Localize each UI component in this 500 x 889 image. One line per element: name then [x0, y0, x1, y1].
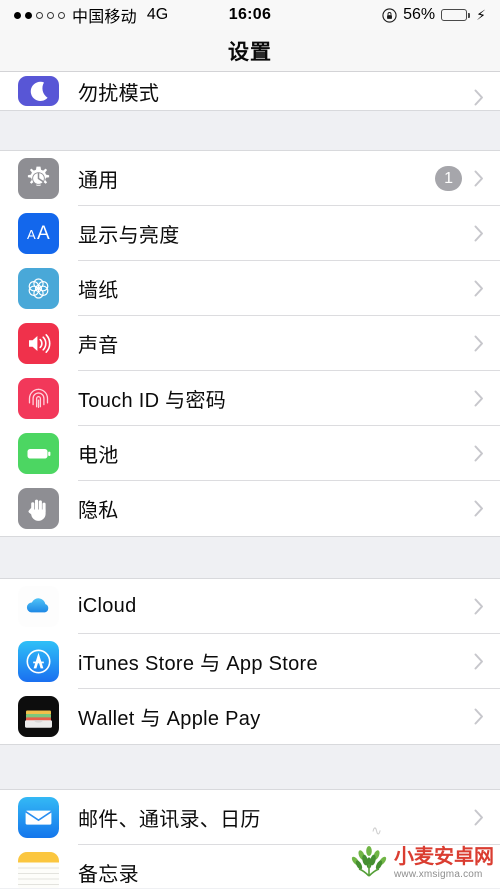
settings-row-label: 声音 — [78, 335, 119, 357]
settings-row-label: 通用 — [78, 170, 119, 192]
settings-row-accessory — [474, 280, 500, 297]
status-bar-right: 56% ⚡ — [382, 6, 486, 24]
settings-row-accessory — [474, 225, 500, 242]
signal-dot — [58, 11, 65, 19]
settings-row-accessory — [474, 598, 500, 615]
signal-dot — [25, 11, 32, 19]
group-do-not-disturb: 勿扰模式 — [0, 72, 500, 110]
battery-percent-label: 56% — [403, 6, 436, 23]
badge-count: 1 — [435, 166, 462, 191]
wallpaper-icon — [18, 268, 59, 309]
chevron-right-icon — [474, 653, 484, 670]
display-brightness-icon: A A — [18, 213, 59, 254]
settings-row-label: 邮件、通讯录、日历 — [78, 809, 261, 831]
chevron-right-icon — [474, 390, 484, 407]
app-store-icon — [18, 641, 59, 682]
charging-bolt-icon: ⚡ — [476, 7, 486, 23]
settings-row-label: 墙纸 — [78, 280, 119, 302]
privacy-hand-icon — [18, 488, 59, 529]
settings-row-accessory — [474, 809, 500, 826]
notes-icon — [18, 852, 59, 888]
settings-row-itunes-app-store[interactable]: iTunes Store 与 App Store — [0, 634, 500, 689]
settings-row-label: 勿扰模式 — [78, 83, 160, 105]
group-gap — [0, 744, 500, 790]
watermark-tilde: ∿ — [371, 823, 382, 838]
settings-row-battery[interactable]: 电池 — [0, 426, 500, 481]
settings-row-label: 电池 — [78, 445, 119, 467]
settings-row-general[interactable]: 通用 1 — [0, 151, 500, 206]
settings-row-wallet-apple-pay[interactable]: Wallet 与 Apple Pay — [0, 689, 500, 744]
settings-list[interactable]: 勿扰模式 通用 1 A A 显示与亮度 墙纸 声音 Touch ID 与密码 电… — [0, 72, 500, 888]
settings-row-label: 显示与亮度 — [78, 225, 180, 247]
chevron-right-icon — [474, 89, 484, 106]
settings-row-sounds[interactable]: 声音 — [0, 316, 500, 371]
carrier-label: 中国移动 — [72, 9, 137, 26]
chevron-right-icon — [474, 335, 484, 352]
chevron-right-icon — [474, 500, 484, 517]
settings-row-display-brightness[interactable]: A A 显示与亮度 — [0, 206, 500, 261]
chevron-right-icon — [474, 708, 484, 725]
chevron-right-icon — [474, 809, 484, 826]
chevron-right-icon — [474, 598, 484, 615]
settings-row-mail-contacts-calendars[interactable]: 邮件、通讯录、日历 — [0, 790, 500, 845]
navigation-bar: 设置 — [0, 30, 500, 72]
settings-row-label: iTunes Store 与 App Store — [78, 653, 318, 675]
status-bar: 中国移动 4G 16:06 56% ⚡ — [0, 0, 500, 30]
svg-text:A: A — [27, 227, 36, 242]
settings-row-privacy[interactable]: 隐私 — [0, 481, 500, 536]
chevron-right-icon — [474, 280, 484, 297]
chevron-right-icon — [474, 170, 484, 187]
chevron-right-icon — [474, 445, 484, 462]
signal-dot — [14, 11, 21, 19]
group-system: 通用 1 A A 显示与亮度 墙纸 声音 Touch ID 与密码 电池 隐私 — [0, 151, 500, 536]
settings-row-touch-id[interactable]: Touch ID 与密码 — [0, 371, 500, 426]
network-type-label: 4G — [146, 6, 169, 23]
settings-row-accessory — [474, 335, 500, 352]
signal-dot — [36, 11, 43, 19]
settings-row-label: Wallet 与 Apple Pay — [78, 708, 261, 730]
do-not-disturb-icon — [18, 76, 59, 106]
settings-row-label: iCloud — [78, 595, 137, 617]
settings-row-icloud[interactable]: iCloud — [0, 579, 500, 634]
svg-text:A: A — [37, 223, 50, 244]
icloud-icon — [18, 586, 59, 627]
general-gear-icon — [18, 158, 59, 199]
settings-row-label: Touch ID 与密码 — [78, 390, 227, 412]
settings-row-accessory — [474, 653, 500, 670]
group-gap — [0, 536, 500, 579]
settings-row-accessory — [474, 500, 500, 517]
settings-screen: 中国移动 4G 16:06 56% ⚡ 设置 勿扰模式 通用 1 A A 显示与… — [0, 0, 500, 889]
settings-row-label: 备忘录 — [78, 864, 139, 886]
group-gap — [0, 110, 500, 151]
settings-row-accessory — [474, 708, 500, 725]
wallet-icon — [18, 696, 59, 737]
signal-strength-icon — [14, 11, 65, 19]
settings-row-accessory — [474, 445, 500, 462]
settings-row-wallpaper[interactable]: 墙纸 — [0, 261, 500, 316]
battery-icon — [18, 433, 59, 474]
rotation-lock-icon — [382, 7, 397, 23]
chevron-right-icon — [474, 225, 484, 242]
settings-row-accessory — [474, 89, 500, 106]
settings-row-accessory — [474, 864, 500, 881]
group-accounts: iCloud iTunes Store 与 App Store Wallet 与… — [0, 579, 500, 744]
battery-icon — [441, 9, 471, 21]
settings-row-notes[interactable]: 备忘录 — [0, 845, 500, 888]
status-bar-left: 中国移动 4G — [14, 3, 168, 27]
settings-row-accessory — [474, 390, 500, 407]
page-title: 设置 — [228, 40, 272, 64]
signal-dot — [47, 11, 54, 19]
settings-row-accessory: 1 — [435, 166, 500, 191]
touch-id-icon — [18, 378, 59, 419]
sounds-icon — [18, 323, 59, 364]
mail-icon — [18, 797, 59, 838]
settings-row-label: 隐私 — [78, 500, 119, 522]
settings-row-do-not-disturb[interactable]: 勿扰模式 — [0, 72, 500, 110]
group-apps: 邮件、通讯录、日历 备忘录 — [0, 790, 500, 888]
